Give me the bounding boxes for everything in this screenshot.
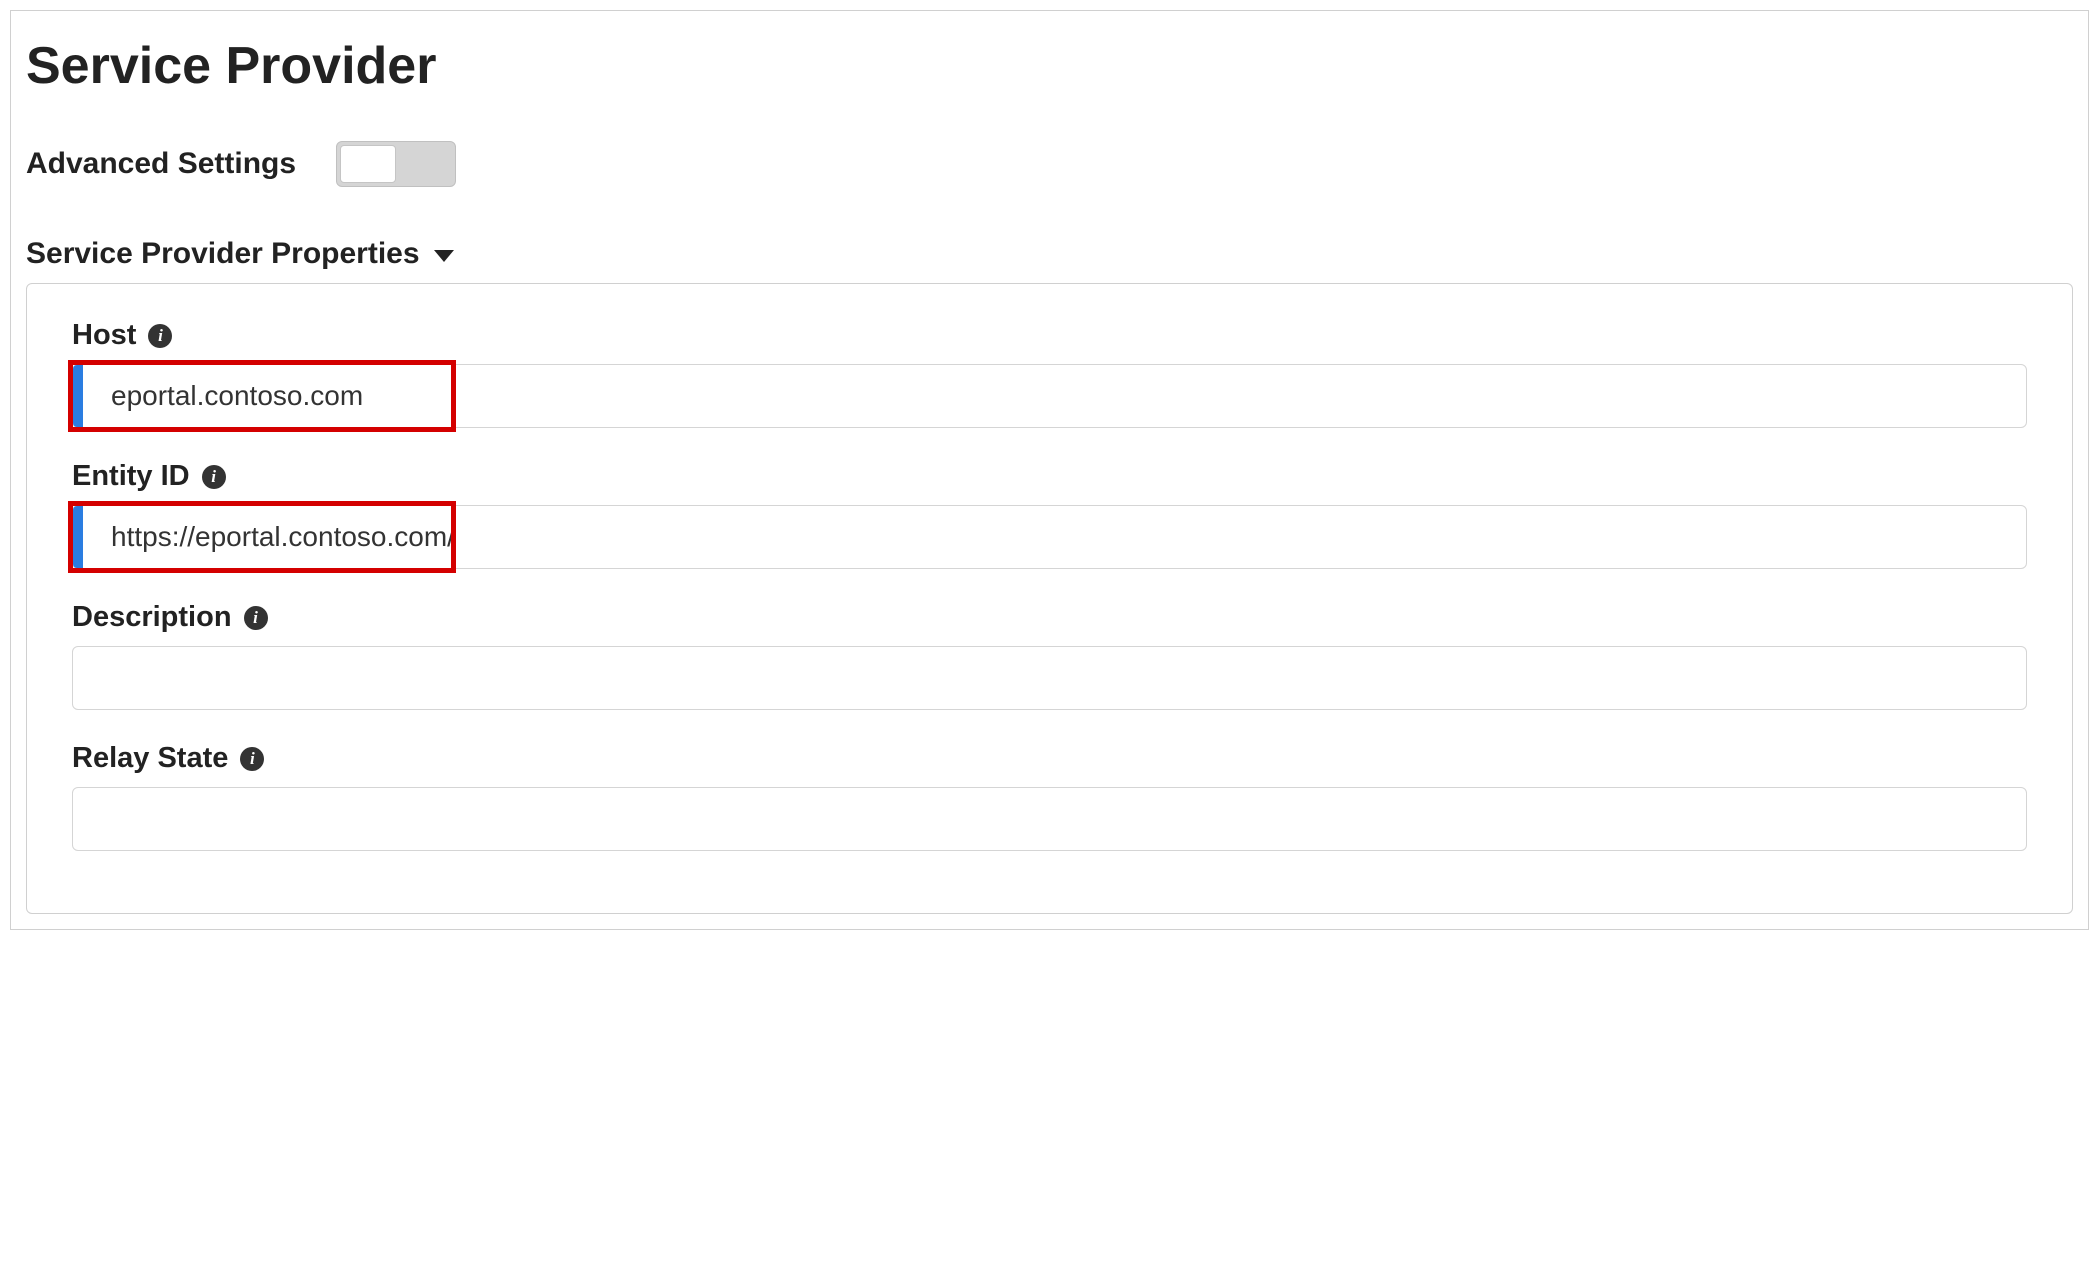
page-title: Service Provider (26, 36, 2073, 96)
advanced-settings-row: Advanced Settings (26, 141, 2073, 187)
description-label: Description (72, 601, 232, 634)
host-input[interactable] (72, 364, 2027, 428)
description-input[interactable] (72, 646, 2027, 710)
description-label-row: Description i (72, 601, 2027, 634)
entity-id-input-wrap (72, 505, 2027, 569)
relay-state-input-wrap (72, 787, 2027, 851)
properties-panel: Host i Entity ID i Description (26, 283, 2073, 914)
description-field: Description i (72, 601, 2027, 710)
chevron-down-icon (434, 250, 454, 262)
relay-state-label-row: Relay State i (72, 742, 2027, 775)
info-icon[interactable]: i (202, 465, 226, 489)
toggle-knob (340, 145, 396, 183)
description-input-wrap (72, 646, 2027, 710)
relay-state-label: Relay State (72, 742, 228, 775)
section-header[interactable]: Service Provider Properties (26, 237, 2073, 271)
relay-state-field: Relay State i (72, 742, 2027, 851)
host-input-wrap (72, 364, 2027, 428)
host-label: Host (72, 319, 136, 352)
entity-id-label-row: Entity ID i (72, 460, 2027, 493)
host-field: Host i (72, 319, 2027, 428)
info-icon[interactable]: i (148, 324, 172, 348)
entity-id-label: Entity ID (72, 460, 190, 493)
page-container: Service Provider Advanced Settings Servi… (10, 10, 2089, 930)
advanced-settings-label: Advanced Settings (26, 147, 296, 181)
section-title: Service Provider Properties (26, 237, 420, 271)
info-icon[interactable]: i (244, 606, 268, 630)
advanced-settings-toggle[interactable] (336, 141, 456, 187)
entity-id-field: Entity ID i (72, 460, 2027, 569)
host-label-row: Host i (72, 319, 2027, 352)
info-icon[interactable]: i (240, 747, 264, 771)
relay-state-input[interactable] (72, 787, 2027, 851)
entity-id-input[interactable] (72, 505, 2027, 569)
